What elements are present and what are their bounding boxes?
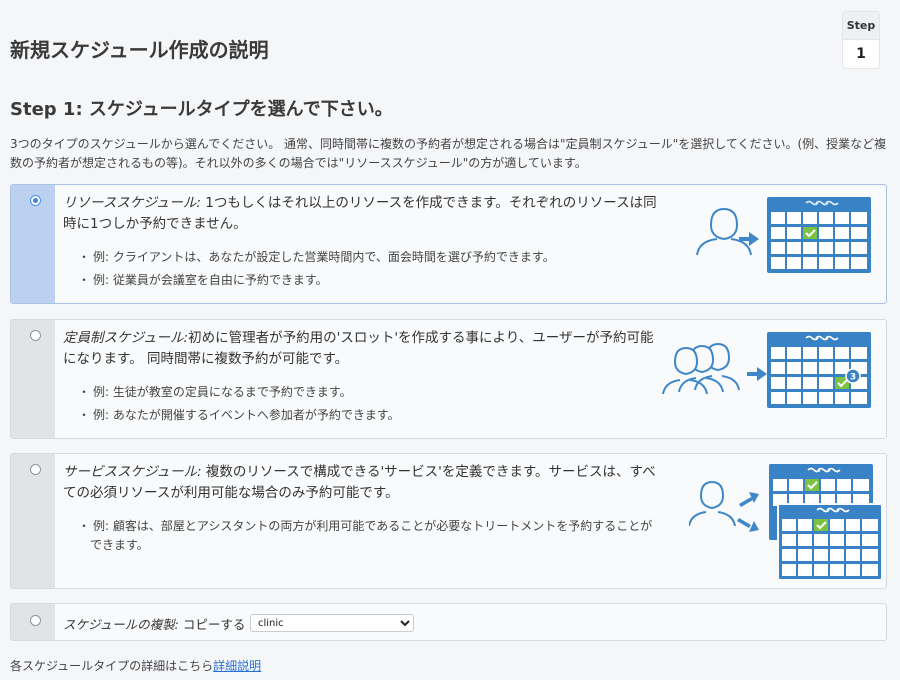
- copy-schedule-label: スケジュールの複製: コピーする: [63, 614, 245, 633]
- arrow-up-right-icon: [739, 492, 759, 507]
- example-text: 例: 生徒が教室の定員になるまで予約できます。: [93, 385, 352, 399]
- step-number: 1: [856, 46, 866, 62]
- person-icon: [696, 207, 752, 256]
- check-icon: [805, 479, 819, 491]
- details-link[interactable]: 詳細説明: [213, 659, 261, 673]
- check-icon: [803, 227, 817, 239]
- resource-schedule-illustration: [696, 197, 871, 273]
- example-text: 例: あなたが開催するイベントへ参加者が予約できます。: [93, 408, 400, 422]
- option-example: ・例: 従業員が会議室を自由に予約できます。: [78, 273, 328, 287]
- option-copy-schedule[interactable]: スケジュールの複製: コピーする clinic: [10, 603, 887, 641]
- option-example: ・例: 顧客は、部屋とアシスタントの両方が利用可能であることが必要なトリートメン…: [78, 519, 653, 552]
- example-text: 例: クライアントは、あなたが設定した営業時間内で、面会時間を選び予約できます。: [93, 250, 555, 264]
- example-text: 例: 従業員が会議室を自由に予約できます。: [93, 273, 328, 287]
- option-name: リソーススケジュール:: [63, 195, 201, 211]
- option-description: 定員制スケジュール:初めに管理者が予約用の'スロット'を作成する事により、ユーザ…: [63, 328, 663, 370]
- option-example: ・例: 生徒が教室の定員になるまで予約できます。: [78, 385, 352, 399]
- service-schedule-radio[interactable]: [30, 464, 41, 475]
- copy-schedule-text: コピーする: [178, 617, 246, 632]
- count-badge-text: 3: [850, 373, 856, 383]
- option-description: リソーススケジュール: 1つもしくはそれ以上のリソースを作成できます。それぞれの…: [63, 193, 663, 235]
- option-example: ・例: クライアントは、あなたが設定した営業時間内で、面会時間を選び予約できます…: [78, 250, 555, 264]
- step-indicator: Step 1: [842, 11, 880, 69]
- service-schedule-illustration: [689, 464, 883, 581]
- copy-schedule-name: スケジュールの複製:: [63, 617, 179, 632]
- arrow-down-right-icon: [737, 518, 759, 532]
- calendar-icon: 3: [767, 332, 871, 408]
- option-capacity-schedule[interactable]: 定員制スケジュール:初めに管理者が予約用の'スロット'を作成する事により、ユーザ…: [10, 319, 887, 439]
- person-icon: [689, 480, 736, 527]
- option-resource-schedule[interactable]: リソーススケジュール: 1つもしくはそれ以上のリソースを作成できます。それぞれの…: [10, 184, 887, 304]
- step-label: Step: [843, 12, 879, 40]
- option-description: サービススケジュール: 複数のリソースで構成できる'サービス'を定義できます。サ…: [63, 462, 663, 504]
- option-name: 定員制スケジュール:: [63, 330, 189, 346]
- calendar-icon: [767, 197, 871, 273]
- intro-text: 3つのタイプのスケジュールから選んでください。 通常、同時間帯に複数の予約者が想…: [10, 137, 887, 170]
- footer-note: 各スケジュールタイプの詳細はこちら詳細説明: [10, 657, 261, 674]
- check-icon: [814, 519, 828, 531]
- option-name: サービススケジュール:: [63, 464, 202, 480]
- option-service-schedule[interactable]: サービススケジュール: 複数のリソースで構成できる'サービス'を定義できます。サ…: [10, 453, 887, 589]
- section-title: Step 1: スケジュールタイプを選んで下さい。: [10, 99, 393, 120]
- footer-text: 各スケジュールタイプの詳細はこちら: [10, 659, 214, 673]
- copy-schedule-radio[interactable]: [30, 615, 41, 626]
- arrow-right-icon: [739, 232, 759, 246]
- arrow-right-icon: [747, 367, 767, 381]
- copy-source-select[interactable]: clinic: [250, 614, 414, 632]
- calendar-icon: [777, 503, 883, 581]
- option-example: ・例: あなたが開催するイベントへ参加者が予約できます。: [78, 408, 400, 422]
- capacity-schedule-radio[interactable]: [30, 330, 41, 341]
- example-text: 例: 顧客は、部屋とアシスタントの両方が利用可能であることが必要なトリートメント…: [90, 519, 653, 552]
- page-title: 新規スケジュール作成の説明: [10, 38, 269, 62]
- people-group-icon: [662, 342, 740, 395]
- capacity-schedule-illustration: 3: [662, 332, 871, 408]
- resource-schedule-radio[interactable]: [30, 195, 41, 206]
